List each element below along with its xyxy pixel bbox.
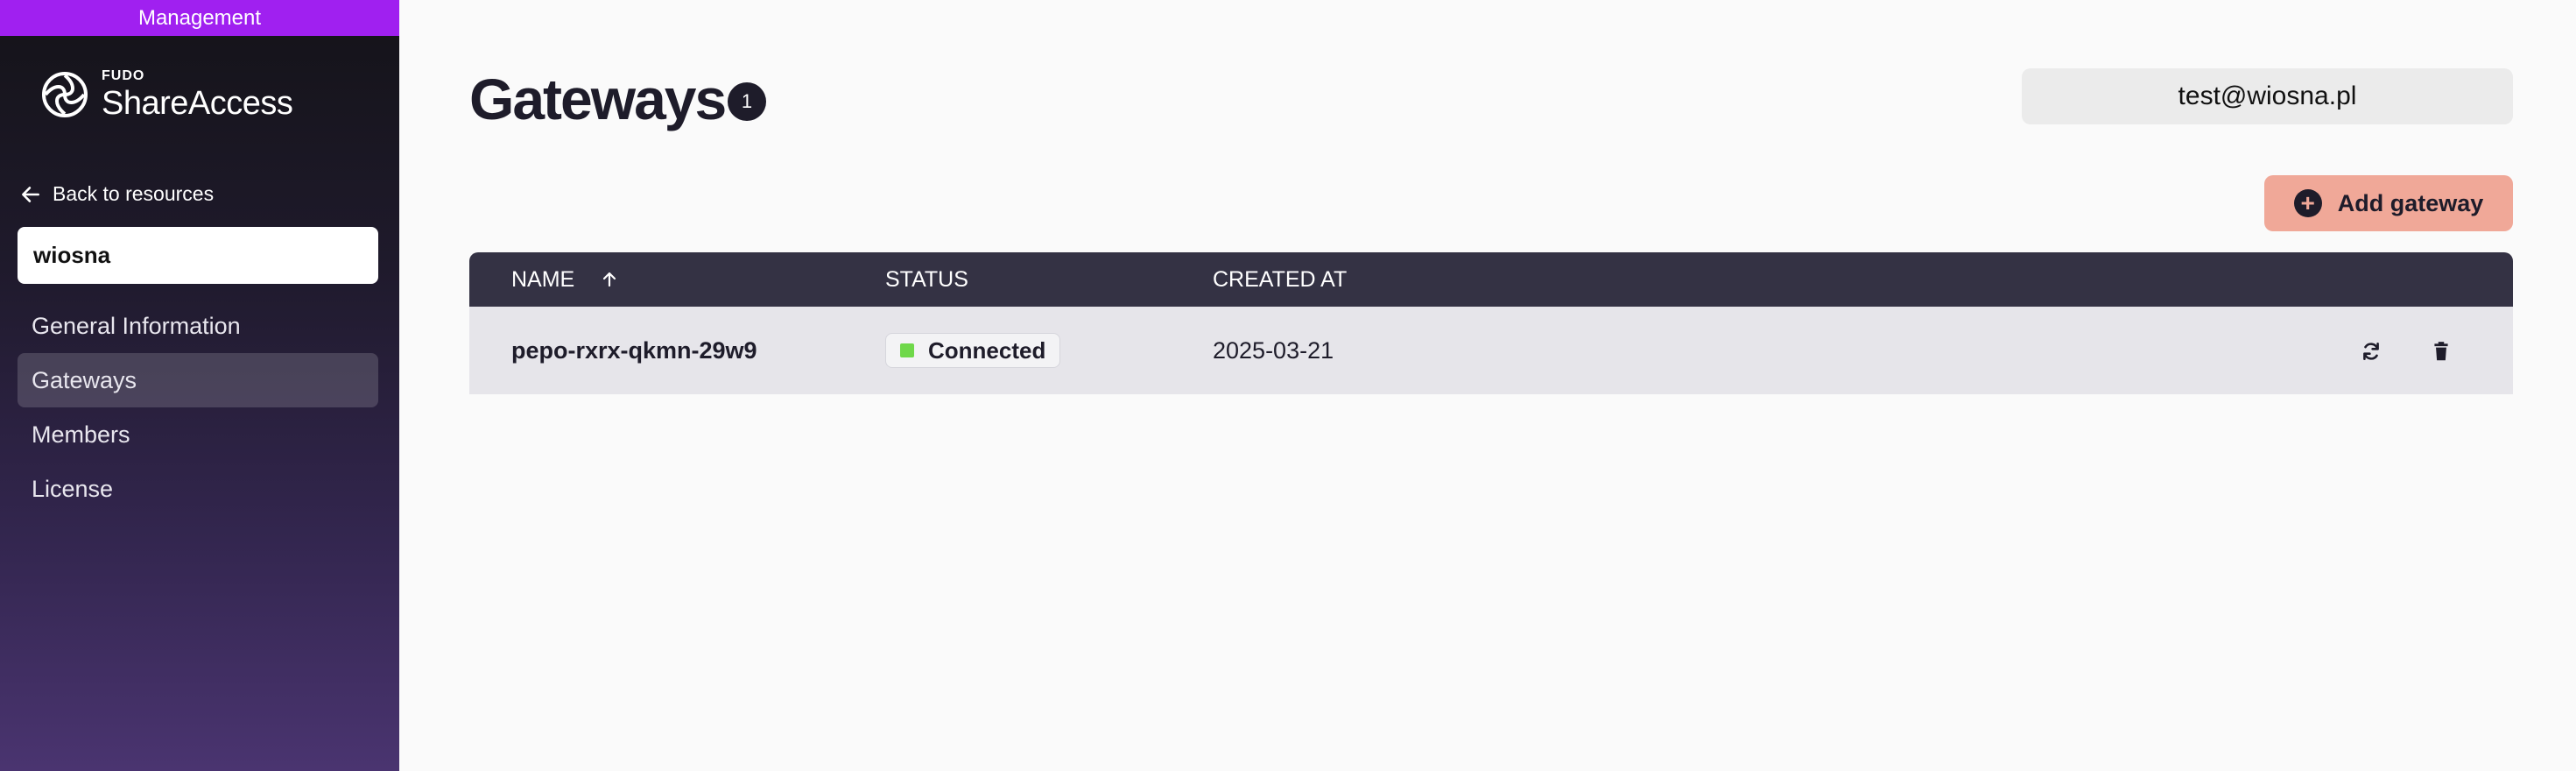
sidebar: Management FUDO ShareAccess Back to reso…	[0, 0, 399, 771]
sidebar-item-gateways[interactable]: Gateways	[18, 353, 378, 407]
back-to-resources-link[interactable]: Back to resources	[19, 182, 214, 206]
gateway-count-badge: 1	[728, 82, 766, 121]
table-header: NAME STATUS CREATED AT	[469, 252, 2513, 307]
trash-icon[interactable]	[2430, 340, 2453, 363]
sort-up-icon	[603, 272, 616, 287]
add-gateway-button[interactable]: + Add gateway	[2264, 175, 2513, 231]
logo-brand: FUDO	[102, 68, 145, 83]
gateways-table: NAME STATUS CREATED AT pepo-rxrx-qkmn-29…	[469, 252, 2513, 394]
status-label: Connected	[928, 336, 1046, 364]
column-header-created-at[interactable]: CREATED AT	[1213, 252, 1347, 307]
add-gateway-label: Add gateway	[2337, 189, 2484, 216]
resource-selector[interactable]: wiosna	[18, 227, 378, 284]
sidebar-item-general-information[interactable]: General Information	[18, 299, 378, 353]
page-title: Gateways	[469, 67, 727, 131]
back-link-label: Back to resources	[53, 182, 215, 205]
sidebar-nav: General Information Gateways Members Lic…	[18, 299, 378, 516]
sidebar-item-members[interactable]: Members	[18, 407, 378, 462]
gateway-name: pepo-rxrx-qkmn-29w9	[511, 336, 757, 364]
app-logo[interactable]: FUDO ShareAccess	[39, 68, 293, 122]
status-connected-indicator	[900, 343, 914, 357]
column-header-name-label: NAME	[511, 266, 575, 292]
table-row[interactable]: pepo-rxrx-qkmn-29w9 Connected 2025-03-21	[469, 307, 2513, 394]
fudo-logo-icon	[42, 72, 88, 117]
column-header-name[interactable]: NAME	[511, 252, 618, 307]
management-banner: Management	[0, 0, 399, 36]
plus-circle-icon: +	[2293, 189, 2322, 217]
status-badge: Connected	[885, 333, 1061, 368]
created-at-cell: 2025-03-21	[1213, 336, 1334, 364]
refresh-icon[interactable]	[2360, 340, 2382, 363]
column-header-status[interactable]: STATUS	[885, 252, 968, 307]
user-account-button[interactable]: test@wiosna.pl	[2022, 68, 2513, 124]
status-cell: Connected	[885, 307, 1061, 394]
logo-product: ShareAccess	[102, 85, 293, 122]
arrow-left-icon	[22, 186, 39, 202]
sidebar-item-license[interactable]: License	[18, 462, 378, 516]
